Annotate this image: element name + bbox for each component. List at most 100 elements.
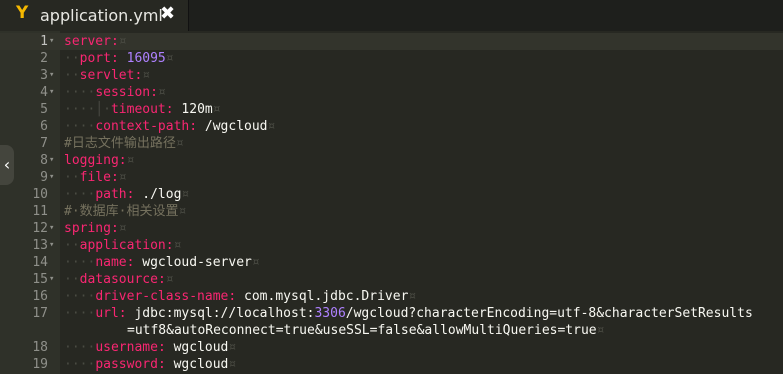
yaml-colon: : — [157, 357, 166, 372]
yaml-key: context-path — [95, 119, 190, 134]
eol-marker: ¤ — [408, 289, 417, 304]
code-line[interactable]: 9 ▾ ··file:¤ — [0, 169, 783, 186]
eol-marker: ¤ — [178, 204, 187, 219]
line-number: 1 — [40, 34, 48, 49]
code-editor[interactable]: 1 ▾ server:¤ 2 ··port: 16095¤ 3 ▾ ··servlet:¤ 4 ▾… — [0, 31, 783, 374]
yaml-key: datasource — [79, 272, 158, 287]
code-line[interactable]: 8 ▾ logging:¤ — [0, 152, 783, 169]
line-number: 17 — [32, 306, 48, 321]
line-number: 5 — [40, 102, 48, 117]
yaml-number: 3306 — [314, 306, 346, 321]
indent-guide: ···· — [64, 289, 96, 304]
indent-guide: ···· — [64, 119, 96, 134]
code-line[interactable]: 1 ▾ server:¤ — [0, 33, 783, 50]
indent-guide: ···· — [64, 357, 96, 372]
code-text: ····password: wgcloud¤ — [64, 356, 236, 373]
code-text: ··datasource:¤ — [64, 271, 174, 288]
code-text: logging:¤ — [64, 152, 134, 169]
code-text: ····name: wgcloud-server¤ — [64, 254, 260, 271]
yaml-colon: : — [165, 102, 174, 117]
fold-toggle-icon[interactable]: ▾ — [49, 152, 54, 169]
code-text: ··application:¤ — [64, 237, 181, 254]
code-line[interactable]: 14 ····name: wgcloud-server¤ — [0, 254, 783, 271]
tab-application-yml[interactable]: Y application.yml ✖ — [0, 0, 189, 31]
code-line[interactable]: 2 ··port: 16095¤ — [0, 50, 783, 67]
line-number: 10 — [32, 187, 48, 202]
line-number: 3 — [40, 68, 48, 83]
code-line[interactable]: 15 ▾ ··datasource:¤ — [0, 271, 783, 288]
fold-toggle-icon[interactable]: ▾ — [49, 169, 54, 186]
indent-guide: ···· — [64, 255, 96, 270]
separator — [236, 289, 244, 304]
code-text: #日志文件输出路径¤ — [64, 135, 184, 152]
code-text: ····url: jdbc:mysql://localhost:3306/wgc… — [64, 305, 753, 322]
comment: #日志文件输出路径 — [64, 136, 176, 151]
code-text: ····username: wgcloud¤ — [64, 339, 236, 356]
code-line[interactable]: 17 ····url: jdbc:mysql://localhost:3306/w… — [0, 305, 783, 339]
code-line[interactable]: 13 ▾ ··application:¤ — [0, 237, 783, 254]
yaml-colon: : — [157, 272, 166, 287]
separator — [166, 357, 174, 372]
code-text: spring:¤ — [64, 220, 127, 237]
yaml-key: port — [79, 51, 111, 66]
yaml-file-icon: Y — [16, 3, 29, 23]
yaml-colon: : — [110, 221, 119, 236]
eol-marker: ¤ — [267, 119, 276, 134]
separator — [119, 51, 127, 66]
code-line[interactable]: 10 ····path: ./log¤ — [0, 186, 783, 203]
wrapped-code-text: =utf8&autoReconnect=true&useSSL=false&al… — [127, 322, 604, 339]
eol-marker: ¤ — [142, 68, 151, 83]
yaml-key: logging — [64, 153, 119, 168]
yaml-key: spring — [64, 221, 111, 236]
indent-guide: ·· — [64, 238, 80, 253]
fold-toggle-icon[interactable]: ▾ — [49, 84, 54, 101]
yaml-colon: : — [118, 153, 127, 168]
code-text: ··servlet:¤ — [64, 67, 150, 84]
indent-guide: ·· — [64, 170, 80, 185]
close-icon[interactable]: ✖ — [160, 3, 175, 24]
collapse-sidebar-button[interactable]: ‹ — [0, 145, 14, 185]
yaml-colon: : — [189, 119, 198, 134]
yaml-value: com.mysql.jdbc.Driver — [244, 289, 409, 304]
fold-toggle-icon[interactable]: ▾ — [49, 220, 54, 237]
fold-toggle-icon[interactable]: ▾ — [49, 271, 54, 288]
eol-marker: ¤ — [165, 272, 174, 287]
yaml-key: session — [95, 85, 151, 100]
indent-guide: ···· — [64, 187, 96, 202]
yaml-value: ./log — [142, 187, 182, 202]
yaml-colon: : — [110, 51, 119, 66]
line-number: 12 — [32, 221, 48, 236]
line-number: 16 — [32, 289, 48, 304]
code-text: ··file:¤ — [64, 169, 127, 186]
eol-marker: ¤ — [181, 187, 190, 202]
line-number: 19 — [32, 357, 48, 372]
yaml-key: driver-class-name — [95, 289, 229, 304]
yaml-value: /wgcloud?characterEncoding=utf-8&charact… — [345, 306, 753, 321]
eol-marker: ¤ — [126, 153, 135, 168]
indent-guide: ···· — [64, 85, 96, 100]
yaml-key: name — [95, 255, 127, 270]
yaml-colon: : — [110, 170, 119, 185]
code-line[interactable]: 11 #·数据库·相关设置¤ — [0, 203, 783, 220]
code-line[interactable]: 19 ····password: wgcloud¤ — [0, 356, 783, 373]
eol-marker: ¤ — [175, 136, 184, 151]
code-line[interactable]: 18 ····username: wgcloud¤ — [0, 339, 783, 356]
code-line[interactable]: 3 ▾ ··servlet:¤ — [0, 67, 783, 84]
fold-toggle-icon[interactable]: ▾ — [49, 67, 54, 84]
code-line[interactable]: 7 #日志文件输出路径¤ — [0, 135, 783, 152]
yaml-key: timeout — [110, 102, 166, 117]
fold-toggle-icon[interactable]: ▾ — [49, 33, 54, 50]
code-text: ····path: ./log¤ — [64, 186, 189, 203]
yaml-value: wgcloud — [173, 357, 229, 372]
eol-marker: ¤ — [118, 34, 127, 49]
indent-guide: ·· — [64, 272, 80, 287]
yaml-key: application — [79, 238, 166, 253]
code-line[interactable]: 5 ····│·timeout: 120m¤ — [0, 101, 783, 118]
code-line[interactable]: 6 ····context-path: /wgcloud¤ — [0, 118, 783, 135]
code-line[interactable]: 4 ▾ ····session:¤ — [0, 84, 783, 101]
code-line[interactable]: 16 ····driver-class-name: com.mysql.jdbc.… — [0, 288, 783, 305]
fold-toggle-icon[interactable]: ▾ — [49, 237, 54, 254]
code-line[interactable]: 12 ▾ spring:¤ — [0, 220, 783, 237]
eol-marker: ¤ — [118, 170, 127, 185]
code-text: ····context-path: /wgcloud¤ — [64, 118, 275, 135]
